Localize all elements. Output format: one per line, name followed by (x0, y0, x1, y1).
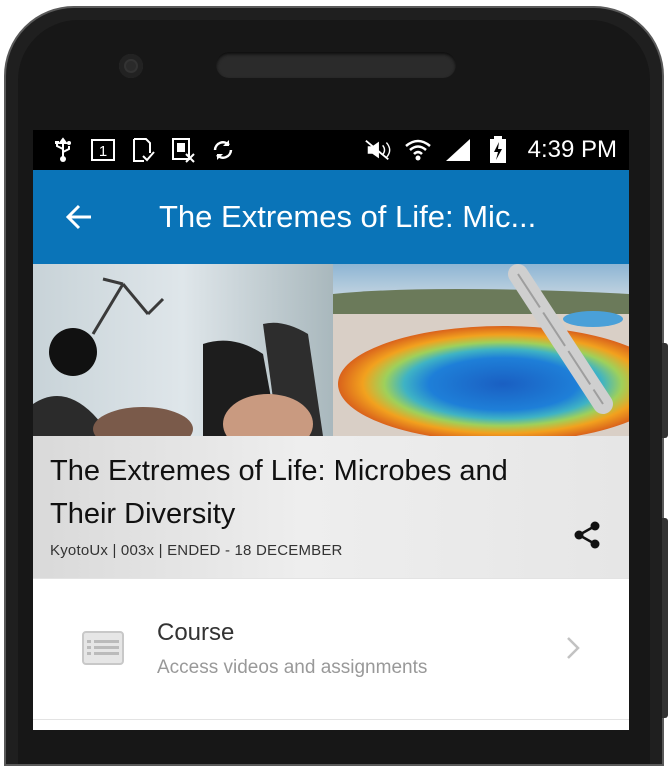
divider (33, 719, 629, 720)
power-button (662, 518, 668, 718)
screen: 1 4:39 PM The Extremes of Life: Mic... T… (33, 130, 629, 730)
battery-charging-icon (484, 136, 512, 164)
menu-item-subtitle: Access videos and assignments (157, 657, 428, 678)
sync-icon (209, 136, 237, 164)
share-icon[interactable] (573, 520, 603, 550)
arrow-left-icon[interactable] (57, 195, 101, 239)
menu-item-title: Course (157, 619, 235, 646)
sim-1-icon: 1 (89, 136, 117, 164)
volume-button (662, 343, 668, 438)
course-meta: KyotoUx | 003x | ENDED - 18 DECEMBER (50, 542, 343, 559)
signal-icon (444, 136, 472, 164)
usb-icon (49, 136, 77, 164)
course-banner-image (33, 264, 629, 436)
svg-text:1: 1 (99, 143, 107, 160)
mute-icon (364, 136, 392, 164)
app-bar-title: The Extremes of Life: Mic... (159, 199, 537, 234)
download-done-icon (129, 136, 157, 164)
chevron-right-icon (565, 635, 581, 661)
earpiece-speaker (216, 52, 456, 78)
course-title: The Extremes of Life: Microbes and Their… (50, 455, 508, 530)
sim-off-icon (169, 136, 197, 164)
list-icon (81, 629, 125, 667)
menu-item-course[interactable]: Course Access videos and assignments (33, 578, 629, 719)
status-bar: 1 4:39 PM (33, 130, 629, 170)
status-time: 4:39 PM (527, 136, 617, 163)
front-camera (119, 54, 143, 78)
course-hero: The Extremes of Life: Microbes and Their… (33, 264, 629, 578)
app-bar: The Extremes of Life: Mic... (33, 170, 629, 264)
wifi-icon (404, 136, 432, 164)
